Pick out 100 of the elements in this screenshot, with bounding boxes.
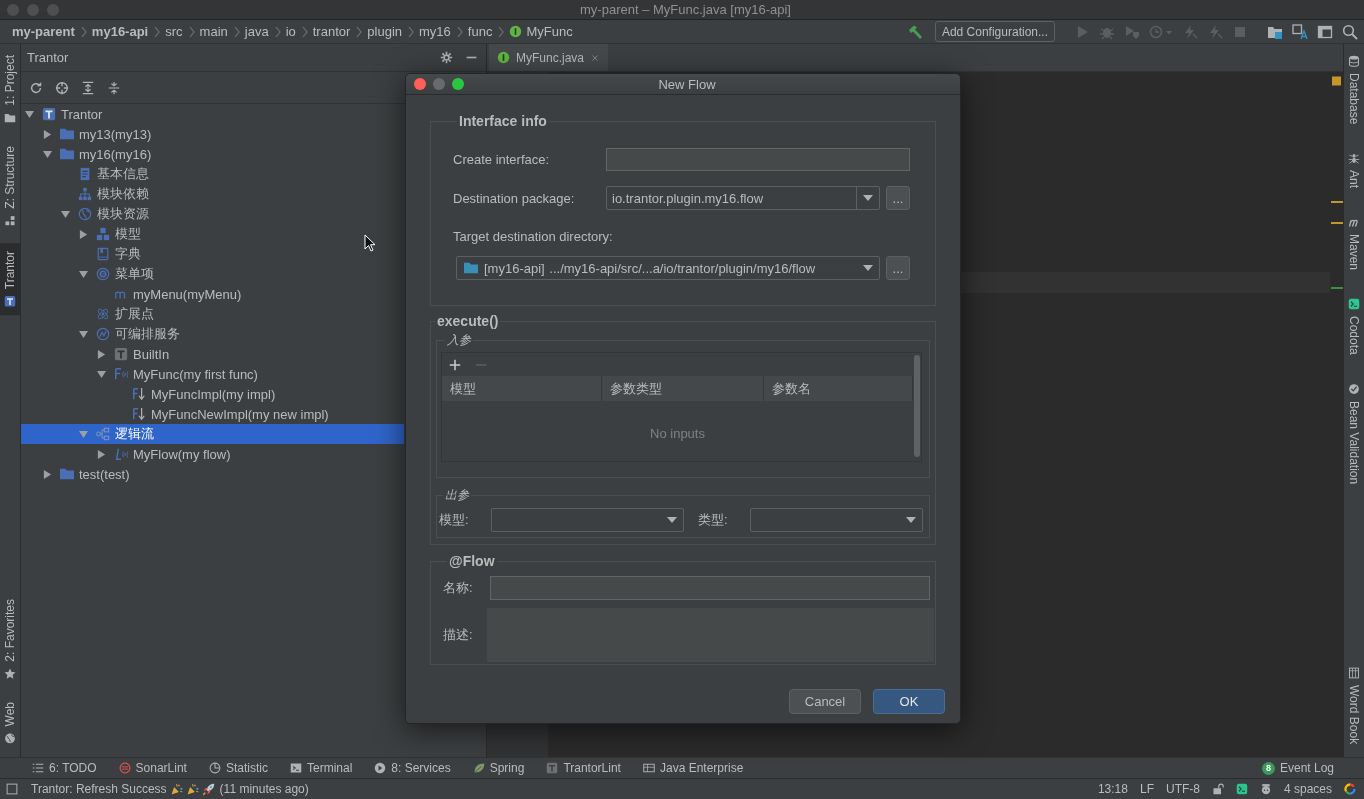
arrow-down-icon[interactable] — [43, 149, 52, 159]
arrow-down-icon[interactable] — [97, 369, 106, 379]
line-separator[interactable]: LF — [1139, 782, 1154, 796]
close-icon[interactable] — [590, 52, 601, 63]
settings-icon[interactable] — [440, 51, 453, 64]
arrow-right-icon[interactable] — [79, 229, 88, 239]
breadcrumb[interactable]: main — [199, 24, 228, 39]
caret-position[interactable]: 13:18 — [1097, 782, 1128, 796]
close-dot-icon[interactable] — [7, 3, 19, 16]
tree-item[interactable]: 菜单项 — [21, 264, 404, 284]
editor-tab[interactable]: MyFunc.java — [489, 44, 609, 71]
breadcrumb[interactable]: io — [285, 24, 296, 39]
tool-window-button[interactable]: Word Book — [1344, 661, 1364, 749]
collapse-all-icon[interactable] — [107, 80, 121, 95]
file-encoding[interactable]: UTF-8 — [1165, 782, 1200, 796]
tree-item[interactable]: Trantor — [21, 104, 404, 124]
tool-window-button[interactable]: 2: Favorites — [0, 593, 20, 685]
refresh-icon[interactable] — [29, 80, 43, 95]
tool-window-button[interactable]: 6: TODO — [32, 761, 97, 775]
run-configuration-button[interactable]: Add Configuration... — [934, 21, 1055, 42]
frame-icon[interactable] — [6, 783, 18, 795]
tree-item[interactable]: MyFlow(my flow) — [21, 444, 404, 464]
tree-item[interactable]: 模块依赖 — [21, 184, 404, 204]
breadcrumb[interactable]: my16-api — [91, 24, 149, 39]
breadcrumb[interactable]: plugin — [367, 24, 403, 39]
tool-window-button[interactable]: Terminal — [289, 761, 353, 775]
maximize-dot-icon[interactable] — [452, 78, 464, 90]
breadcrumb[interactable]: MyFunc — [509, 24, 573, 39]
window-icon[interactable] — [1317, 23, 1333, 40]
browse-button[interactable]: ... — [886, 186, 910, 210]
arrow-down-icon[interactable] — [79, 269, 88, 279]
tool-window-button[interactable]: Statistic — [208, 761, 268, 775]
name-field[interactable] — [490, 576, 930, 600]
lock-icon[interactable] — [1211, 783, 1224, 795]
interface-name-field[interactable] — [606, 148, 910, 171]
tree-item[interactable]: my13(my13) — [21, 124, 404, 144]
arrow-down-icon[interactable] — [79, 329, 88, 339]
tree-item[interactable]: BuiltIn — [21, 344, 404, 364]
column-header[interactable]: 参数类型 — [602, 376, 764, 401]
minimize-dot-icon[interactable] — [27, 3, 39, 16]
tool-window-button[interactable]: 1: Project — [0, 50, 20, 129]
event-log-button[interactable]: 8 Event Log — [1261, 761, 1334, 775]
translate-icon[interactable] — [1292, 23, 1308, 40]
minimize-dot-icon[interactable] — [433, 78, 445, 90]
tree-item[interactable]: 可编排服务 — [21, 324, 404, 344]
close-dot-icon[interactable] — [414, 78, 426, 90]
indent-setting[interactable]: 4 spaces — [1283, 782, 1332, 796]
tool-window-button[interactable]: Ant — [1344, 147, 1364, 194]
breadcrumb[interactable]: my-parent — [12, 24, 75, 39]
tool-window-button[interactable]: 8: Services — [374, 761, 451, 775]
tool-window-button[interactable]: TrantorLint — [546, 761, 621, 775]
ring-icon[interactable] — [1344, 783, 1356, 795]
tree-item[interactable]: myMenu(myMenu) — [21, 284, 404, 304]
tool-window-button[interactable]: Codota — [1344, 293, 1364, 361]
crosshair-icon[interactable] — [55, 80, 69, 95]
breadcrumb[interactable]: java — [244, 24, 269, 39]
tree-item[interactable]: 模型 — [21, 224, 404, 244]
tool-window-button[interactable]: Trantor — [0, 243, 20, 316]
prompt-tile-icon[interactable] — [1235, 783, 1248, 795]
breadcrumb[interactable]: src — [165, 24, 183, 39]
search-icon[interactable] — [1342, 23, 1358, 40]
column-header[interactable]: 模型 — [442, 376, 602, 401]
tree-item[interactable]: MyFunc(my first func) — [21, 364, 404, 384]
tree-item[interactable]: test(test) — [21, 464, 404, 484]
arrow-right-icon[interactable] — [97, 349, 106, 359]
tool-window-button[interactable]: Z: Structure — [0, 140, 20, 232]
tree-item[interactable]: 基本信息 — [21, 164, 404, 184]
hammer-icon[interactable] — [907, 23, 924, 40]
scrollbar[interactable] — [914, 355, 920, 457]
breadcrumb[interactable]: func — [467, 24, 493, 39]
tree-item[interactable]: 模块资源 — [21, 204, 404, 224]
add-icon[interactable] — [449, 358, 461, 371]
tree-item[interactable]: 字典 — [21, 244, 404, 264]
breadcrumb[interactable]: my16 — [419, 24, 451, 39]
package-combo[interactable]: io.trantor.plugin.my16.flow — [606, 186, 880, 210]
arrow-right-icon[interactable] — [97, 449, 106, 459]
tree-item[interactable]: 扩展点 — [21, 304, 404, 324]
tree-item[interactable]: my16(my16) — [21, 144, 404, 164]
directory-combo[interactable]: [my16-api] .../my16-api/src/...a/io/trantor/plugin/my16/flow — [456, 256, 880, 280]
breadcrumb[interactable]: trantor — [312, 24, 351, 39]
column-header[interactable]: 参数名 — [764, 376, 913, 401]
tool-window-button[interactable]: Web — [0, 696, 20, 749]
tool-window-button[interactable]: Bean Validation — [1344, 378, 1364, 490]
arrow-right-icon[interactable] — [43, 469, 52, 479]
tree-item[interactable]: MyFuncNewImpl(my new impl) — [21, 404, 404, 424]
tree-item[interactable]: MyFuncImpl(my impl) — [21, 384, 404, 404]
tool-window-button[interactable]: Database — [1344, 50, 1364, 130]
tool-window-button[interactable]: Maven — [1344, 211, 1364, 276]
tree-item[interactable]: 逻辑流 — [21, 424, 404, 444]
arrow-right-icon[interactable] — [43, 129, 52, 139]
tool-window-button[interactable]: SonarLint — [118, 761, 187, 775]
maximize-dot-icon[interactable] — [47, 3, 59, 16]
expand-all-icon[interactable] — [81, 80, 95, 95]
face-icon[interactable] — [1259, 783, 1272, 795]
dialog-button[interactable]: OK — [873, 689, 945, 714]
browse-button[interactable]: ... — [886, 256, 910, 280]
dialog-button[interactable]: Cancel — [789, 689, 861, 714]
tool-window-button[interactable]: Java Enterprise — [642, 761, 744, 775]
tool-window-button[interactable]: Spring — [472, 761, 525, 775]
arrow-down-icon[interactable] — [25, 109, 34, 119]
